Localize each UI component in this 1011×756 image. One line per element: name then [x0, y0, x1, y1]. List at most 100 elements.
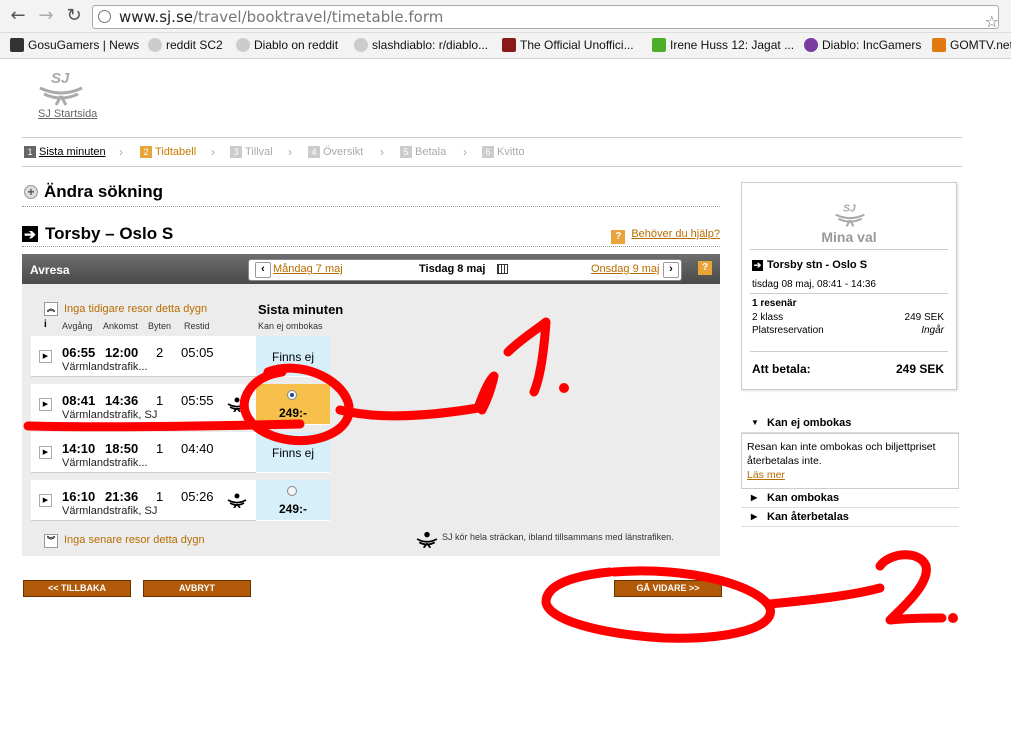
double-chevron-down-icon[interactable]: ︾ — [44, 534, 58, 548]
changes: 1 — [156, 489, 164, 504]
chevron-left-icon[interactable]: ‹ — [255, 262, 271, 278]
gosugamers-icon — [10, 38, 24, 52]
double-chevron-up-icon[interactable]: ︽ — [44, 302, 58, 316]
departure-time: 14:10 — [62, 441, 96, 456]
departure-bar: Avresa ‹ Måndag 7 maj Tisdag 8 maj Onsda… — [22, 254, 720, 284]
bookmark-item[interactable]: GosuGamers | News — [10, 38, 139, 52]
arrival-time: 18:50 — [105, 441, 139, 456]
table-row-selected[interactable]: ▶ 08:41 14:36 1 05:55 Värmlandstrafik, S… — [31, 384, 257, 425]
fare-unavailable: Finns ej — [271, 350, 315, 364]
bookmark-item[interactable]: Irene Huss 12: Jagat ... — [652, 38, 794, 52]
bookmark-item[interactable]: Diablo on reddit — [236, 38, 338, 52]
accordion-item-kan-ombokas[interactable]: ▶ Kan ombokas — [741, 489, 959, 508]
expand-icon[interactable]: ▶ — [39, 350, 52, 363]
gomtv-icon — [932, 38, 946, 52]
divider — [750, 293, 948, 294]
fare-cell-selected[interactable]: 249:- — [256, 384, 330, 425]
bookmark-item[interactable]: reddit SC2 — [148, 38, 223, 52]
fare-cell[interactable]: 249:- — [256, 480, 330, 521]
accordion-item-kan-ej-ombokas[interactable]: ▼ Kan ej ombokas — [741, 414, 959, 433]
total-value: 249 SEK — [895, 362, 944, 376]
annotation-dot-2 — [948, 613, 958, 623]
back-button[interactable]: << TILLBAKA — [23, 580, 131, 597]
duration: 05:55 — [181, 393, 214, 408]
address-bar[interactable]: www.sj.se/travel/booktravel/timetable.fo… — [92, 5, 999, 31]
later-trips-link[interactable]: Inga senare resor detta dygn — [64, 534, 205, 546]
step-separator-icon: › — [288, 145, 292, 159]
reload-icon[interactable]: ↻ — [64, 6, 84, 26]
sj-train-icon — [416, 531, 438, 548]
bookmark-item[interactable]: GOMTV.net — [932, 38, 1011, 52]
fare-unavailable: Finns ej — [271, 446, 315, 460]
fare-radio[interactable] — [287, 390, 297, 400]
chevron-right-icon[interactable]: › — [663, 262, 679, 278]
bookmark-item[interactable]: Diablo: IncGamers — [804, 38, 921, 52]
step-separator-icon: › — [211, 145, 215, 159]
question-icon[interactable]: ? — [698, 261, 712, 275]
bookmark-item[interactable]: slashdiablo: r/diablo... — [354, 38, 488, 52]
table-row[interactable]: ▶ 06:55 12:00 2 05:05 Värmlandstrafik... — [31, 336, 257, 377]
summary-panel: SJ Mina val ➔ Torsby stn - Oslo S tisdag … — [741, 182, 957, 390]
site-icon — [652, 38, 666, 52]
calendar-icon[interactable] — [497, 264, 508, 274]
timetable: ︽ Inga tidigare resor detta dygn i Avgån… — [22, 284, 720, 556]
table-row[interactable]: ▶ 14:10 18:50 1 04:40 Värmlandstrafik... — [31, 432, 257, 473]
step-betala: 5 Betala — [400, 146, 446, 158]
reddit-icon — [354, 38, 368, 52]
fare-column-subtitle: Kan ej ombokas — [258, 321, 323, 331]
accordion-item-kan-aterbetalas[interactable]: ▶ Kan återbetalas — [741, 508, 959, 527]
change-search-toggle[interactable]: + Ändra sökning — [22, 180, 720, 207]
forward-arrow-icon[interactable]: → — [36, 6, 56, 26]
fare-price: 249:- — [278, 502, 307, 516]
globe-icon — [98, 10, 111, 23]
site-icon — [804, 38, 818, 52]
changes: 1 — [156, 441, 164, 456]
reddit-icon — [236, 38, 250, 52]
accordion-text: Resan kan inte ombokas och biljettpriset… — [747, 441, 936, 467]
step-tillval: 3 Tillval — [230, 146, 273, 158]
fare-radio[interactable] — [287, 486, 297, 496]
summary-seat-value: Ingår — [921, 325, 944, 336]
arrow-right-icon: ➔ — [752, 260, 763, 271]
departure-time: 06:55 — [62, 345, 96, 360]
summary-route: ➔ Torsby stn - Oslo S — [752, 259, 868, 271]
duration: 05:26 — [181, 489, 214, 504]
help-link[interactable]: ? Behöver du hjälp? — [611, 228, 720, 244]
back-arrow-icon[interactable]: ← — [8, 6, 28, 26]
next-day-link[interactable]: Onsdag 9 maj — [591, 263, 659, 275]
bookmark-star-icon[interactable]: ☆ — [985, 12, 999, 31]
step-sista-minuten[interactable]: 1 Sista minuten — [24, 146, 106, 158]
step-oversikt: 4 Översikt — [308, 146, 363, 158]
triangle-right-icon: ▶ — [751, 512, 758, 521]
expand-icon[interactable]: ▶ — [39, 398, 52, 411]
step-separator-icon: › — [119, 145, 123, 159]
summary-date: tisdag 08 maj, 08:41 - 14:36 — [752, 279, 876, 290]
url-text: www.sj.se/travel/booktravel/timetable.fo… — [119, 8, 444, 26]
changes: 2 — [156, 345, 164, 360]
cancel-button[interactable]: AVBRYT — [143, 580, 251, 597]
site-icon — [502, 38, 516, 52]
summary-title: Mina val — [821, 229, 877, 245]
accordion-body: Resan kan inte ombokas och biljettpriset… — [741, 433, 959, 489]
plus-icon: + — [24, 185, 38, 199]
bookmark-item[interactable]: The Official Unoffici... — [502, 38, 634, 52]
step-tidtabell: 2 Tidtabell — [140, 146, 196, 158]
continue-button[interactable]: GÅ VIDARE >> — [614, 580, 722, 597]
expand-icon[interactable]: ▶ — [39, 494, 52, 507]
sj-train-icon — [227, 493, 247, 508]
route-title: Torsby – Oslo S — [45, 224, 174, 243]
sj-start-link[interactable]: SJ Startsida — [38, 108, 97, 120]
sj-logo-small: SJ — [835, 203, 865, 227]
earlier-trips-link[interactable]: Inga tidigare resor detta dygn — [64, 303, 207, 315]
prev-day-link[interactable]: Måndag 7 maj — [273, 263, 343, 275]
sj-logo[interactable]: SJ — [38, 68, 84, 106]
footnote: SJ kör hela sträckan, ibland tillsammans… — [442, 532, 674, 542]
info-icon[interactable]: i — [44, 319, 47, 330]
step-kvitto: 6 Kvitto — [482, 146, 525, 158]
table-row[interactable]: ▶ 16:10 21:36 1 05:26 Värmlandstrafik, S… — [31, 480, 257, 521]
date-navigator: ‹ Måndag 7 maj Tisdag 8 maj Onsdag 9 maj… — [248, 259, 682, 281]
departure-label: Avresa — [30, 263, 70, 277]
sj-train-icon — [227, 397, 247, 412]
expand-icon[interactable]: ▶ — [39, 446, 52, 459]
read-more-link[interactable]: Läs mer — [747, 469, 785, 481]
